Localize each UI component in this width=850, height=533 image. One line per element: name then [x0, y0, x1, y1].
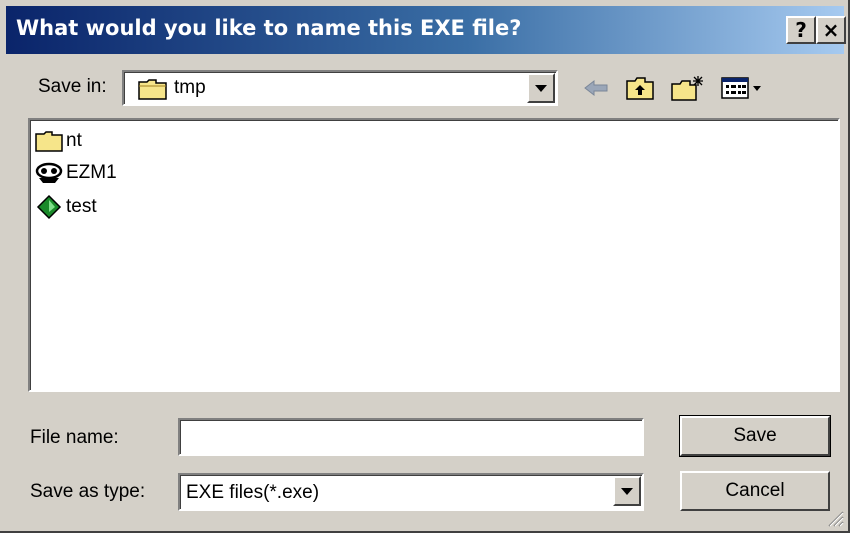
program-icon — [34, 160, 64, 186]
list-item[interactable]: test — [34, 192, 97, 222]
file-name-label: File name: — [30, 427, 119, 448]
window-title: What would you like to name this EXE fil… — [16, 16, 522, 40]
new-folder-icon[interactable] — [668, 72, 708, 104]
views-menu-icon[interactable] — [718, 72, 768, 104]
executable-icon — [34, 194, 64, 220]
save-as-type-dropdown[interactable]: EXE files(*.exe) — [178, 473, 644, 511]
file-name: EZM1 — [66, 162, 117, 183]
save-in-value: tmp — [174, 77, 206, 98]
save-in-label: Save in: — [38, 76, 107, 97]
folder-icon — [34, 128, 64, 154]
save-as-type-label: Save as type: — [30, 481, 146, 502]
save-button[interactable]: Save — [679, 415, 831, 457]
file-name: nt — [66, 130, 82, 151]
folder-icon — [138, 79, 167, 100]
cancel-button[interactable]: Cancel — [680, 471, 830, 511]
file-name: test — [66, 196, 97, 217]
save-dialog: What would you like to name this EXE fil… — [0, 0, 850, 533]
save-as-type-dropdown-button[interactable] — [613, 476, 641, 506]
list-item[interactable]: nt — [34, 126, 82, 156]
save-in-dropdown[interactable]: tmp — [122, 70, 558, 106]
chevron-down-icon — [535, 84, 547, 92]
file-list[interactable]: nt EZM1 test — [28, 118, 840, 392]
back-icon[interactable] — [580, 72, 612, 104]
title-bar[interactable]: What would you like to name this EXE fil… — [6, 6, 846, 54]
up-folder-icon[interactable] — [622, 72, 658, 104]
resize-grip-icon[interactable] — [826, 509, 844, 527]
save-as-type-value: EXE files(*.exe) — [186, 482, 320, 503]
close-button[interactable]: × — [816, 16, 846, 44]
list-item[interactable]: EZM1 — [34, 158, 117, 188]
file-name-input[interactable] — [178, 418, 644, 456]
chevron-down-icon — [621, 487, 633, 495]
save-in-dropdown-button[interactable] — [527, 73, 555, 103]
help-button[interactable]: ? — [786, 16, 816, 44]
